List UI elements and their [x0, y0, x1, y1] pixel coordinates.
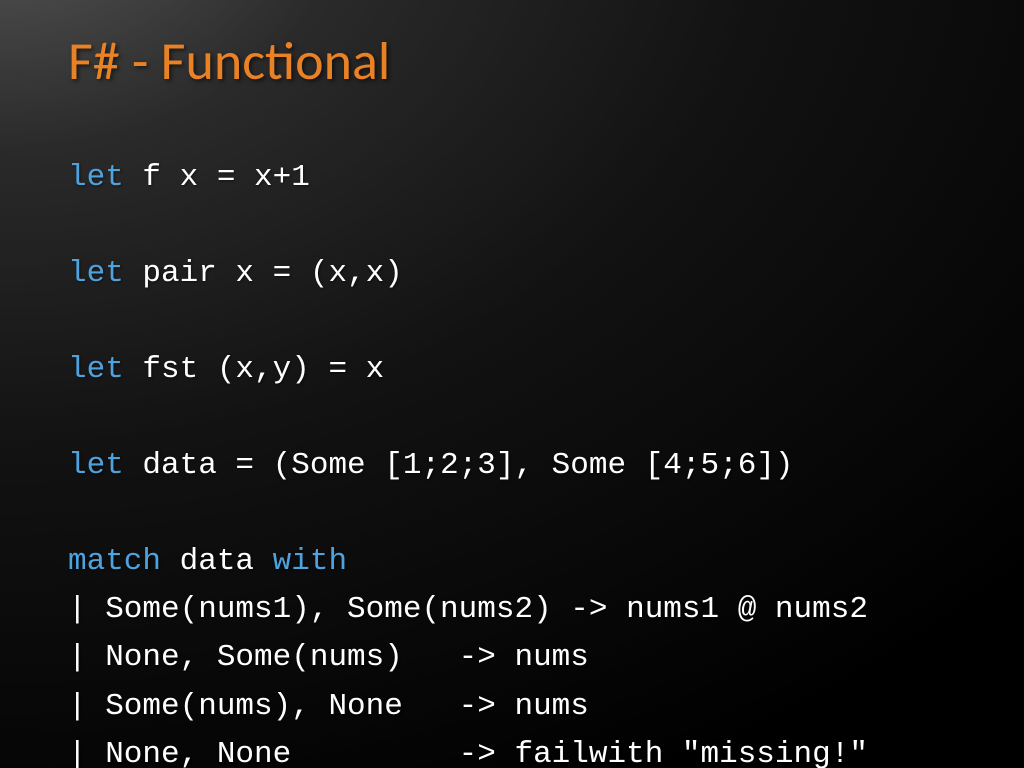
keyword-let: let — [68, 256, 124, 291]
keyword-let: let — [68, 448, 124, 483]
code-block: let f x = x+1 let pair x = (x,x) let fst… — [68, 154, 956, 768]
code-line-8: | Some(nums), None -> nums — [68, 689, 589, 724]
code-line-7: | None, Some(nums) -> nums — [68, 640, 589, 675]
code-line-4: let data = (Some [1;2;3], Some [4;5;6]) — [68, 448, 794, 483]
code-text: data = (Some [1;2;3], Some [4;5;6]) — [124, 448, 794, 483]
code-text: data — [161, 544, 273, 579]
code-line-9: | None, None -> failwith "missing!" — [68, 737, 868, 768]
code-line-6: | Some(nums1), Some(nums2) -> nums1 @ nu… — [68, 592, 868, 627]
code-line-1: let f x = x+1 — [68, 160, 310, 195]
code-line-5: match data with — [68, 544, 347, 579]
code-text: fst (x,y) = x — [124, 352, 384, 387]
keyword-let: let — [68, 160, 124, 195]
keyword-match: match — [68, 544, 161, 579]
code-text: f x = x+1 — [124, 160, 310, 195]
code-text: pair x = (x,x) — [124, 256, 403, 291]
keyword-with: with — [273, 544, 347, 579]
slide-title: F# - Functional — [68, 28, 956, 94]
code-line-2: let pair x = (x,x) — [68, 256, 403, 291]
code-line-3: let fst (x,y) = x — [68, 352, 384, 387]
slide: F# - Functional let f x = x+1 let pair x… — [0, 0, 1024, 768]
keyword-let: let — [68, 352, 124, 387]
